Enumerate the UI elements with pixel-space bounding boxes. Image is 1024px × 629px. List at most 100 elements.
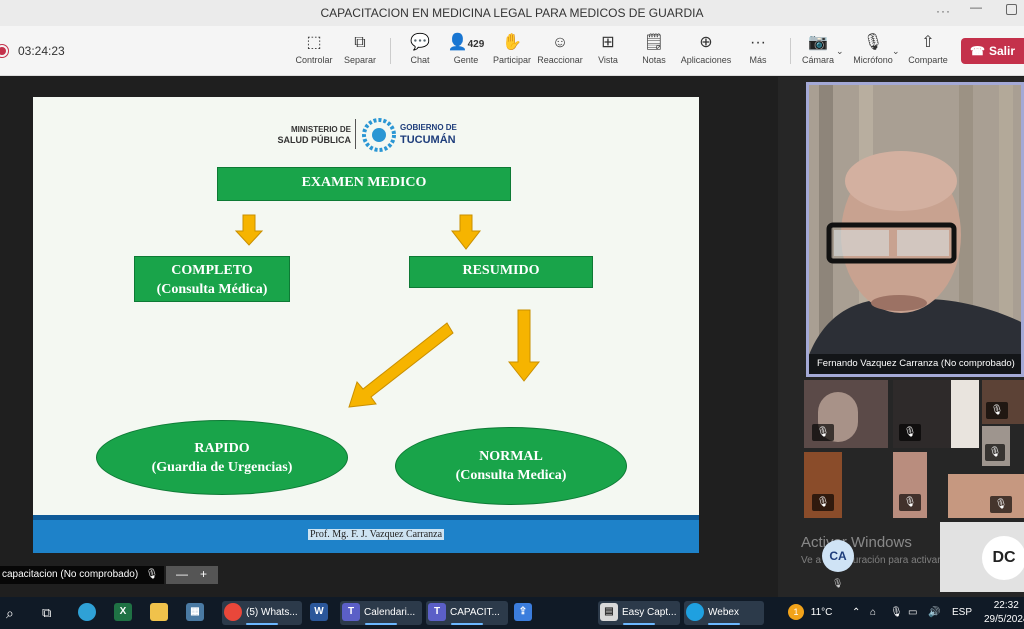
more-button[interactable]: ··· Más [730, 32, 786, 65]
participant-thumbnail[interactable]: 🎙 [982, 426, 1010, 466]
participant-thumbnail[interactable]: 🎙 [948, 474, 1024, 518]
normal-oval: NORMAL (Consulta Medica) [395, 427, 627, 505]
clock[interactable]: 22:32 29/5/2024 [984, 597, 1024, 629]
apps-button[interactable]: ⊕ Aplicaciones [676, 32, 736, 65]
participant-background [951, 380, 979, 448]
rapido-subtitle: (Guardia de Urgencias) [151, 459, 293, 475]
language-indicator[interactable]: ESP [952, 597, 972, 629]
mic-muted-icon: 🎙 [986, 402, 1008, 419]
more-label: Más [749, 55, 767, 65]
presentation-slide: MINISTERIO DE SALUD PÚBLICA GOBIERNO DE … [33, 97, 699, 553]
mic-muted-icon: 🎙 [990, 496, 1012, 513]
apps-label: Aplicaciones [680, 55, 732, 65]
teams-icon: T [428, 603, 446, 622]
arrow-down-left [234, 214, 264, 246]
mic-muted-icon: 🎙 [985, 444, 1005, 461]
pop-out-icon: ⧉ [354, 34, 366, 51]
file-explorer-icon[interactable] [150, 601, 172, 625]
leave-button[interactable]: ☎ Salir [961, 38, 1024, 64]
participant-thumbnail[interactable]: 🎙 [804, 452, 842, 518]
maximize-button[interactable] [1006, 4, 1017, 15]
leave-label: Salir [988, 44, 1015, 58]
microphone-tray-icon[interactable]: 🎙 [890, 597, 903, 629]
excel-taskbar-icon[interactable]: X [114, 601, 136, 625]
main-speaker-name: Fernando Vazquez Carranza (No comprobado… [809, 354, 1021, 374]
mic-muted-icon: 🎙 [812, 494, 834, 511]
taskbar-app-calendar[interactable]: T Calendari... [340, 601, 422, 625]
completo-box: COMPLETO (Consulta Médica) [134, 256, 290, 302]
rapido-oval: RAPIDO (Guardia de Urgencias) [96, 420, 348, 495]
tray-icon-network[interactable]: ⌂ [870, 597, 876, 629]
zoom-out-button[interactable]: — [176, 566, 188, 582]
footer-bar [33, 515, 699, 520]
capture-icon: ▤ [600, 603, 618, 622]
presenter-name: capacitacion (No comprobado) [2, 569, 139, 580]
teams-taskbar-icon[interactable]: ⇪ [514, 601, 536, 625]
pop-out-button[interactable]: ⧉ Separar [332, 32, 388, 65]
clock-date: 29/5/2024 [984, 614, 1024, 625]
minimize-button[interactable]: — [970, 0, 982, 14]
participant-thumbnail[interactable]: 🎙 [982, 380, 1024, 424]
participant-thumbnail[interactable]: 🎙 [893, 452, 927, 518]
teams-icon: T [342, 603, 360, 622]
zoom-in-button[interactable]: + [200, 566, 207, 582]
taskbar-app-whatsapp[interactable]: (5) Whats... [222, 601, 302, 625]
meeting-toolbar: 03:24:23 ⬚ Controlar ⧉ Separar 💬 Chat 👤4… [0, 26, 1024, 76]
volume-icon[interactable]: 🔊 [928, 597, 940, 629]
notes-button[interactable]: 🗒 Notas [626, 32, 682, 65]
toolbar-divider [390, 38, 391, 64]
slide-footer: Prof. Mg. F. J. Vazquez Carranza [33, 515, 699, 553]
taskbar-app-webex[interactable]: Webex [684, 601, 764, 625]
title-more-icon[interactable]: ··· [936, 4, 951, 18]
weather-widget[interactable]: 1 11°C [788, 597, 832, 629]
participant-avatar: DC [982, 536, 1024, 580]
temperature: 11°C [810, 607, 833, 618]
search-icon[interactable]: ⌕ [6, 601, 14, 625]
normal-title: NORMAL [479, 449, 543, 464]
shared-content-stage: MINISTERIO DE SALUD PÚBLICA GOBIERNO DE … [0, 77, 778, 576]
apps-icon: ⊕ [699, 34, 713, 51]
webex-icon [686, 603, 704, 622]
notes-icon: 🗒 [643, 34, 665, 51]
display-tray-icon[interactable]: ▭ [908, 597, 917, 629]
taskbar-app-label: Easy Capt... [622, 607, 677, 618]
more-icon: ··· [750, 34, 766, 51]
meeting-timer: 03:24:23 [18, 44, 65, 58]
participant-thumbnail[interactable]: 🎙 [893, 380, 979, 448]
calculator-icon[interactable]: ▦ [186, 601, 208, 625]
main-speaker-video[interactable]: Fernando Vazquez Carranza (No comprobado… [806, 82, 1024, 377]
presentation-zoom-controls: — + [166, 566, 218, 584]
arrow-down-resumido [507, 309, 541, 382]
mic-options-chevron-icon[interactable]: ⌄ [892, 46, 900, 57]
taskbar-app-label: CAPACIT... [450, 607, 500, 618]
taskbar-app-label: Calendari... [364, 607, 416, 618]
participant-tile-dc[interactable]: DC [940, 522, 1024, 592]
participant-thumbnail[interactable]: 🎙 [804, 380, 888, 448]
participant-avatar[interactable]: CA [822, 540, 854, 572]
window-title: CAPACITACION EN MEDICINA LEGAL PARA MEDI… [320, 6, 704, 20]
mic-muted-icon: 🎙 [832, 578, 844, 588]
mic-muted-icon: 🎙 [899, 494, 921, 511]
presenter-label: capacitacion (No comprobado) 🎙 [0, 566, 165, 584]
clock-time: 22:32 [993, 600, 1019, 611]
mic-muted-icon: 🎙 [145, 569, 159, 580]
camera-options-chevron-icon[interactable]: ⌄ [836, 46, 844, 57]
completo-title: COMPLETO [171, 263, 253, 278]
notes-label: Notas [642, 55, 666, 65]
taskbar-app-easy-capture[interactable]: ▤ Easy Capt... [598, 601, 680, 625]
task-view-icon[interactable]: ⧉ [42, 601, 51, 625]
participant-count: 429 [467, 39, 485, 50]
phone-hangup-icon: ☎ [970, 44, 985, 58]
edge-taskbar-icon[interactable] [78, 601, 100, 625]
weather-badge: 1 [788, 604, 804, 621]
slide-author: Prof. Mg. F. J. Vazquez Carranza [308, 529, 445, 540]
word-taskbar-icon[interactable]: W [310, 601, 332, 625]
taskbar-app-capacitacion[interactable]: T CAPACIT... [426, 601, 508, 625]
normal-subtitle: (Consulta Medica) [455, 468, 567, 483]
arrow-diagonal [348, 322, 454, 408]
people-icon: 👤 [447, 34, 468, 51]
share-button[interactable]: ⇧ Comparte [900, 32, 956, 65]
show-hidden-icons-chevron-icon[interactable]: ⌃ [852, 597, 860, 629]
mic-muted-icon: 🎙 [899, 424, 921, 441]
arrow-down-right [450, 214, 482, 250]
